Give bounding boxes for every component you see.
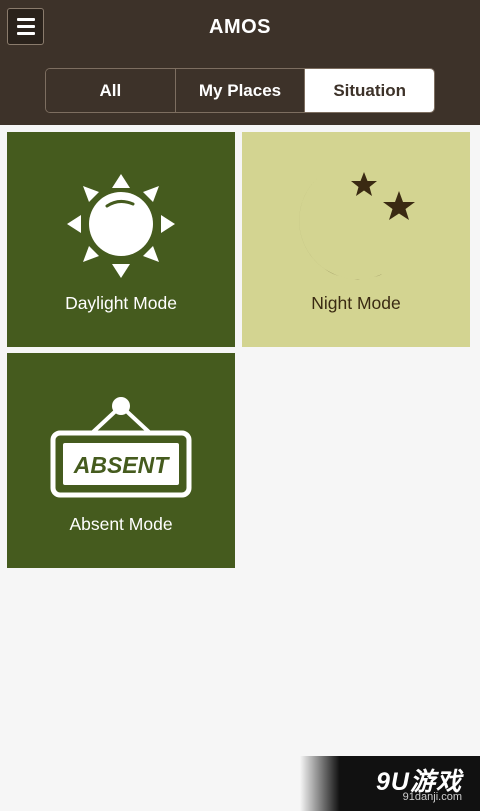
tab-all[interactable]: All — [46, 69, 175, 112]
absent-mode-label: Absent Mode — [69, 514, 173, 534]
daylight-mode-tile[interactable]: Daylight Mode — [7, 132, 235, 347]
absent-sign-icon: ABSENT — [50, 397, 192, 498]
night-mode-label: Night Mode — [311, 293, 401, 313]
daylight-mode-label: Daylight Mode — [65, 293, 177, 313]
sun-icon — [67, 174, 175, 278]
app-header: AMOS All My Places Situation — [0, 0, 480, 125]
tab-situation[interactable]: Situation — [304, 69, 434, 112]
app-title: AMOS — [209, 16, 271, 38]
watermark-url: 91danji.com — [402, 791, 462, 803]
watermark-logo: 9U游戏 91danji.com — [300, 756, 480, 811]
absent-mode-tile[interactable]: ABSENT Absent Mode — [7, 353, 235, 568]
night-mode-tile[interactable]: Night Mode — [242, 132, 470, 347]
tab-my-places[interactable]: My Places — [174, 69, 305, 112]
tab-bar: All My Places Situation — [45, 68, 435, 113]
moon-stars-icon — [299, 172, 415, 280]
absent-sign-text: ABSENT — [73, 452, 171, 478]
